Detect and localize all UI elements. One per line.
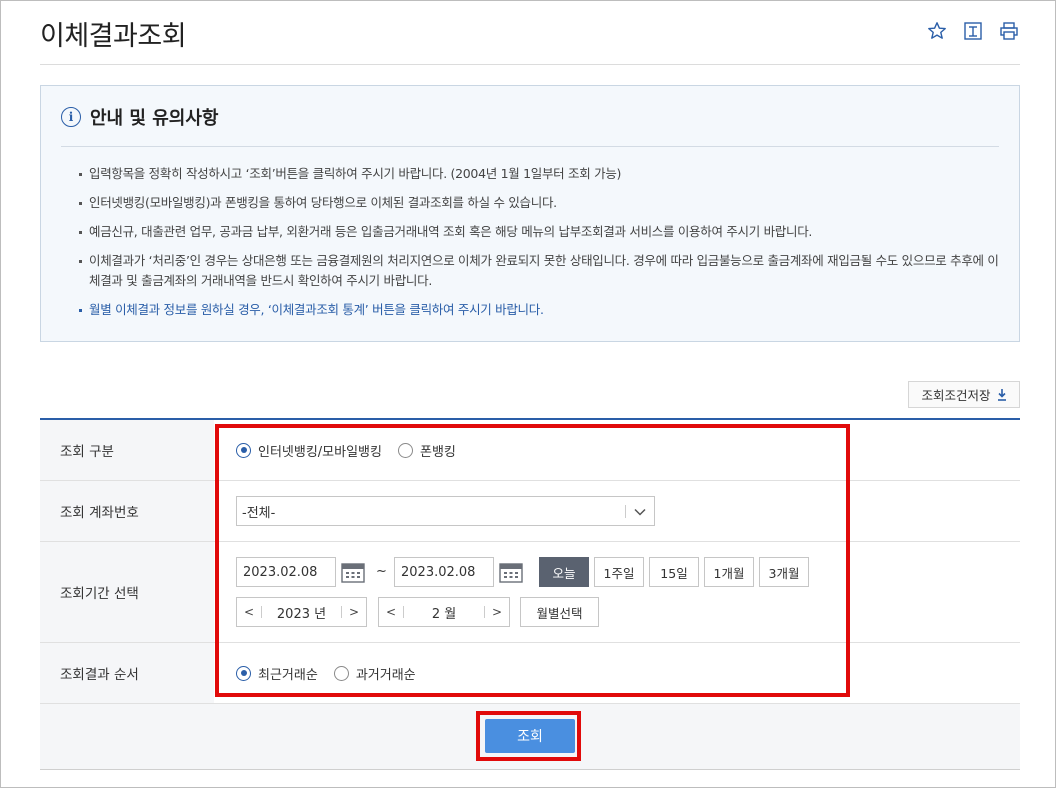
notice-title: 안내 및 유의사항 [90, 108, 219, 129]
title-icons [926, 20, 1020, 42]
notice-header: i 안내 및 유의사항 [61, 104, 218, 130]
order-label: 조회결과 순서 [40, 643, 214, 703]
save-condition-button[interactable]: 조회조건저장 [908, 381, 1020, 408]
notice-item: 인터넷뱅킹(모바일뱅킹)과 폰뱅킹을 통하여 당타행으로 이체된 결과조회를 하… [79, 193, 999, 213]
page-title: 이체결과조회 [40, 21, 187, 52]
print-icon[interactable] [998, 20, 1020, 42]
notice-item: 이체결과가 ‘처리중’인 경우는 상대은행 또는 금융결제원의 처리지연으로 이… [79, 251, 999, 291]
notice-item-link[interactable]: 월별 이체결과 정보를 원하실 경우, ‘이체결과조회 통계’ 버튼을 클릭하여… [79, 300, 999, 320]
account-label: 조회 계좌번호 [40, 481, 214, 541]
title-divider [40, 64, 1020, 65]
star-icon[interactable] [926, 20, 948, 42]
notice-list: 입력항목을 정확히 작성하시고 ‘조회’버튼을 클릭하여 주시기 바랍니다. (… [79, 164, 999, 329]
notice-divider [61, 146, 999, 147]
notice-item: 입력항목을 정확히 작성하시고 ‘조회’버튼을 클릭하여 주시기 바랍니다. (… [79, 164, 999, 184]
save-condition-label: 조회조건저장 [921, 388, 991, 403]
notice-item: 예금신규, 대출관련 업무, 공과금 납부, 외환거래 등은 입출금거래내역 조… [79, 222, 999, 242]
download-doc-icon[interactable] [962, 20, 984, 42]
download-icon [997, 388, 1007, 401]
period-label: 조회기간 선택 [40, 542, 214, 642]
highlight-search-box [476, 711, 581, 761]
info-icon: i [61, 107, 81, 127]
type-label: 조회 구분 [40, 420, 214, 480]
highlight-form-box [215, 424, 850, 697]
notice-box: i 안내 및 유의사항 입력항목을 정확히 작성하시고 ‘조회’버튼을 클릭하여… [40, 85, 1020, 342]
